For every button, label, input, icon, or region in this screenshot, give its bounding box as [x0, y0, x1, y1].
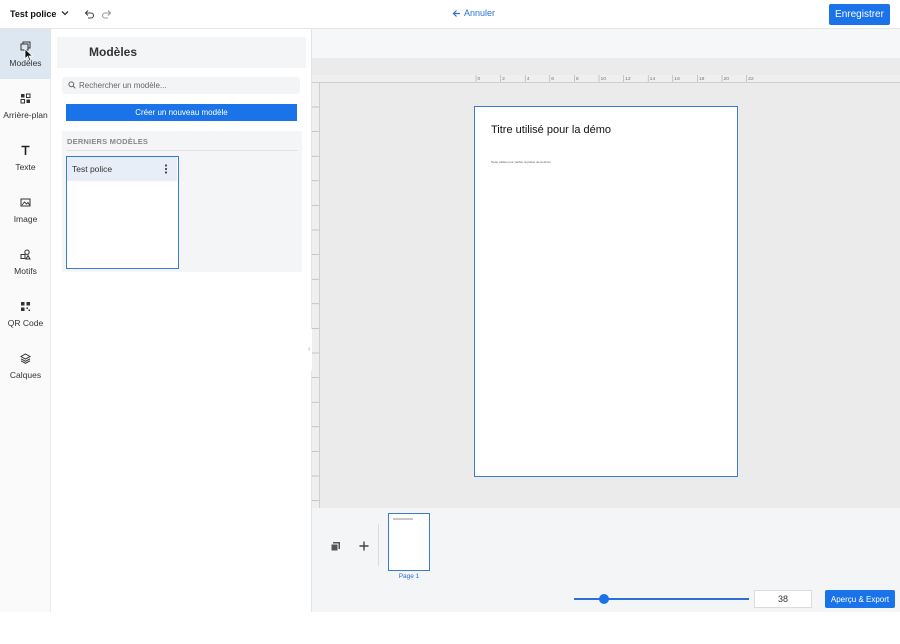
- zoom-slider-handle[interactable]: [598, 594, 609, 604]
- rail-item-label: Image: [13, 213, 38, 224]
- undo-icon[interactable]: [83, 8, 95, 20]
- qr-code-icon: [21, 301, 30, 311]
- cancel-button[interactable]: Annuler: [452, 8, 495, 18]
- ruler-tick-label: 12: [625, 77, 631, 82]
- recent-templates-section: DERNIERS MODÈLES Test police: [62, 131, 302, 272]
- design-page[interactable]: Titre utilisé pour la démo Texte utilisé…: [474, 106, 738, 477]
- rail-item-shapes[interactable]: Motifs: [0, 237, 51, 287]
- rail-item-text[interactable]: Texte: [0, 133, 51, 183]
- shapes-icon: [20, 249, 31, 259]
- layers-icon: [20, 352, 31, 364]
- search-input[interactable]: [79, 77, 294, 94]
- page-title-text[interactable]: Titre utilisé pour la démo: [491, 124, 611, 136]
- ruler-tick-label: 20: [724, 77, 730, 82]
- cancel-label: Annuler: [464, 8, 496, 18]
- text-icon: [21, 145, 30, 155]
- page-thumbnail-label: Page 1: [398, 573, 420, 580]
- ruler-tick-label: 22: [748, 77, 754, 82]
- rail-item-label: Calques: [9, 369, 42, 380]
- rail-item-layers[interactable]: Calques: [0, 341, 51, 391]
- templates-panel: Modèles Créer un nouveau modèle DERNIERS…: [51, 29, 312, 612]
- ruler-tick-label: 4: [527, 77, 530, 82]
- rail-item-image[interactable]: Image: [0, 185, 51, 235]
- rail-item-label: Texte: [15, 161, 36, 172]
- divider: [378, 524, 379, 566]
- thumbnail-preview-line: [393, 518, 413, 520]
- arrow-left-icon: [452, 9, 460, 17]
- rail-item-label: Arrière-plan: [3, 109, 48, 120]
- ruler-tick-label: 18: [699, 77, 705, 82]
- create-template-button[interactable]: Créer un nouveau modèle: [66, 104, 297, 121]
- ruler-tick-label: 16: [674, 77, 680, 82]
- template-card-name: Test police: [72, 164, 113, 174]
- zoom-input[interactable]: 38: [754, 590, 812, 608]
- ruler-tick-label: 8: [576, 77, 579, 82]
- left-toolbar: Modèles Arrière-plan Texte Image Motifs: [0, 29, 51, 612]
- divider: [67, 150, 298, 151]
- duplicate-page-icon[interactable]: [330, 541, 341, 552]
- page-body-text[interactable]: Texte utilisé pour vérifier la police de…: [491, 160, 551, 164]
- search-icon: [68, 81, 76, 89]
- more-vertical-icon[interactable]: [162, 163, 170, 175]
- template-search: [62, 77, 300, 94]
- chevron-left-icon: ‹: [308, 346, 311, 353]
- ruler-tick-label: 0: [478, 77, 481, 82]
- horizontal-ruler: 0 2 4 6 8 10 12 14 16 18 20 22: [312, 75, 900, 83]
- ruler-tick-label: 14: [650, 77, 656, 82]
- image-icon: [20, 198, 31, 206]
- vertical-ruler: [312, 83, 320, 508]
- footer-blank: [0, 612, 900, 644]
- redo-icon[interactable]: [101, 8, 113, 20]
- ruler-tick-label: 2: [502, 77, 505, 82]
- rail-item-background[interactable]: Arrière-plan: [0, 81, 51, 131]
- page-thumbnail[interactable]: [388, 513, 430, 571]
- top-bar: Test police Annuler Enregistrer: [0, 0, 900, 29]
- document-title[interactable]: Test police: [10, 9, 56, 19]
- chevron-down-icon[interactable]: [60, 7, 70, 19]
- save-button[interactable]: Enregistrer: [829, 4, 890, 25]
- ruler-tick-label: 10: [601, 77, 607, 82]
- background-icon: [20, 93, 31, 103]
- add-page-icon[interactable]: [358, 540, 370, 552]
- canvas-toolbar: [312, 29, 900, 58]
- rail-item-qr-code[interactable]: QR Code: [0, 289, 51, 339]
- template-card[interactable]: Test police: [66, 156, 179, 269]
- recent-templates-heading: DERNIERS MODÈLES: [67, 137, 149, 146]
- template-card-header: Test police: [67, 157, 177, 181]
- rail-item-label: QR Code: [7, 317, 44, 328]
- ruler-tick-label: 6: [551, 77, 554, 82]
- panel-title: Modèles: [89, 45, 138, 59]
- panel-header: Modèles: [57, 37, 306, 68]
- rail-item-label: Motifs: [14, 265, 37, 276]
- preview-export-button[interactable]: Aperçu & Export: [825, 590, 895, 608]
- mouse-cursor-icon: [24, 48, 34, 62]
